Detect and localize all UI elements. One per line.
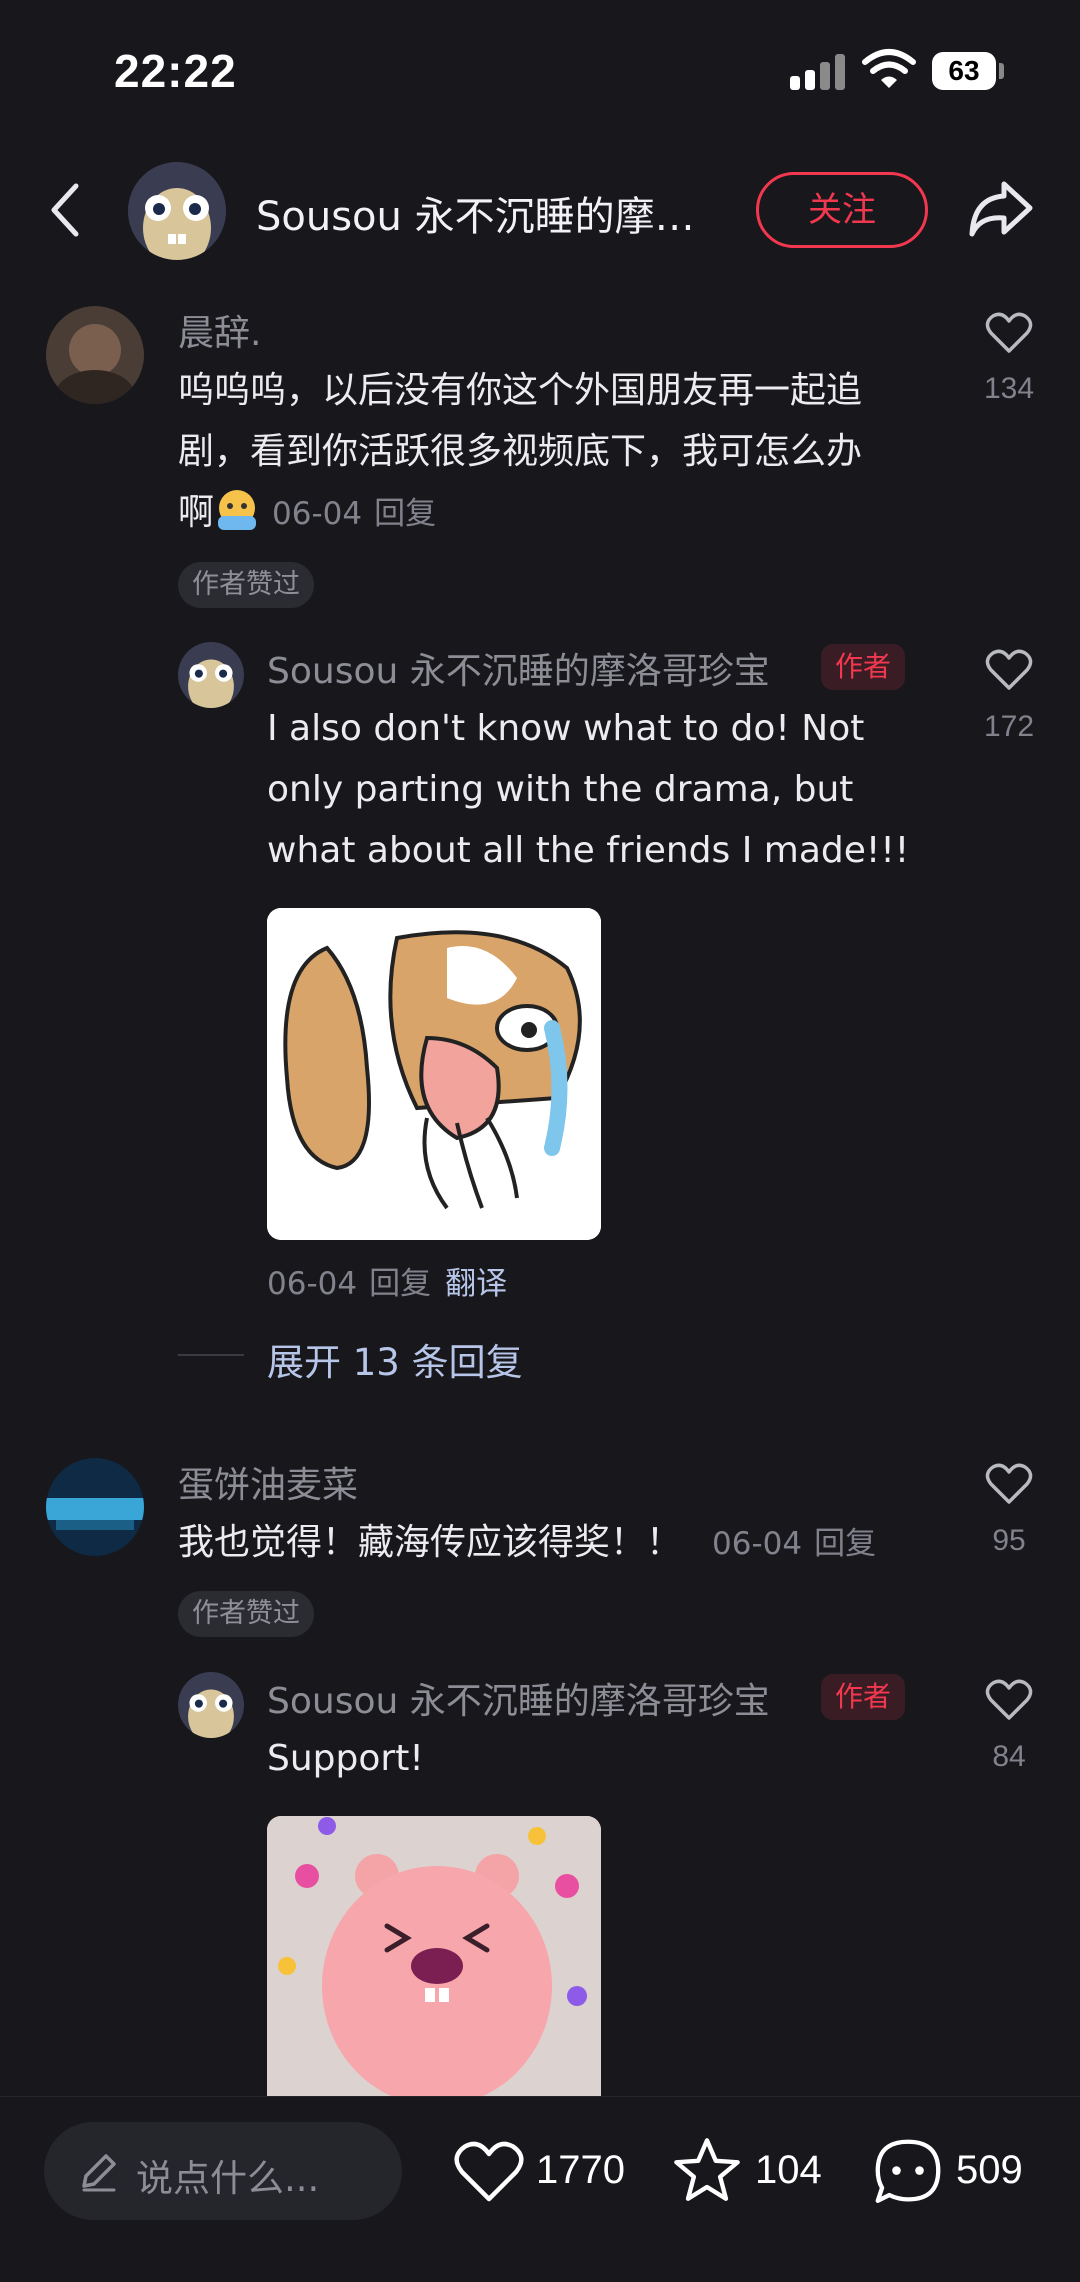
crying-emoji-icon [214,488,260,532]
author-liked-badge: 作者赞过 [178,562,314,608]
reply-button[interactable]: 回复 [814,1526,876,1562]
author-tag: 作者 [821,1674,906,1720]
comment-date: 06-04 [712,1526,803,1562]
heart-icon[interactable] [985,1462,1033,1506]
follow-button[interactable]: 关注 [756,172,928,248]
battery-tip [999,63,1004,79]
like-count: 95 [992,1524,1026,1557]
reply-meta: 06-04 回复 翻译 [267,1258,507,1303]
back-arrow-icon[interactable] [44,180,84,240]
author-liked-badge: 作者赞过 [178,1591,314,1637]
reply-text-line: I also don't know what to do! Not [267,708,865,749]
header-avatar[interactable] [128,162,226,260]
heart-icon[interactable] [452,2139,526,2205]
reply-text-line: what about all the friends I made!!! [267,830,910,871]
share-icon[interactable] [966,178,1036,240]
comment-text-line: 啊 06-04 回复 [178,482,436,545]
comment-input-placeholder[interactable]: 说点什么... [136,2148,319,2202]
like-count: 134 [983,372,1035,405]
pen-icon [82,2154,116,2192]
like-count: 84 [992,1740,1026,1773]
translate-button[interactable]: 翻译 [445,1266,507,1302]
reply-author-name[interactable]: Sousou 永不沉睡的摩洛哥珍宝 [267,642,770,694]
commenter-avatar[interactable] [46,306,144,404]
star-icon[interactable] [670,2136,744,2206]
reply-text-line: Support! [267,1738,424,1779]
reply-author-name[interactable]: Sousou 永不沉睡的摩洛哥珍宝 [267,1672,770,1724]
reply-text-line: only parting with the drama, but [267,769,854,810]
header-title[interactable]: Sousou 永不沉睡的摩… [256,184,716,242]
comment-page: 22:22 63 Sousou 永不沉睡的摩… 关注 晨辞. 呜呜呜，以后没有你… [0,0,1080,2282]
commenter-name[interactable]: 晨辞. [178,304,261,356]
status-time: 22:22 [114,45,237,97]
reply-button[interactable]: 回复 [374,496,436,532]
reply-button[interactable]: 回复 [369,1266,431,1302]
like-count: 172 [983,710,1035,743]
comment-text-line: 剧，看到你活跃很多视频底下，我可怎么办 [178,431,863,472]
comment-icon[interactable] [872,2136,944,2208]
comment-text: 啊 [178,492,215,533]
signal-icon [790,54,848,90]
heart-icon[interactable] [985,648,1033,692]
favorite-total: 104 [755,2148,822,2192]
author-tag: 作者 [821,644,906,690]
commenter-avatar[interactable] [46,1458,144,1556]
author-avatar[interactable] [178,1672,244,1738]
expand-divider [178,1354,244,1356]
wifi-icon [862,49,916,88]
battery-level: 63 [932,52,996,90]
comment-text: 我也觉得！藏海传应该得奖！！ [178,1522,683,1563]
heart-icon[interactable] [985,1678,1033,1722]
expand-replies-button[interactable]: 展开 13 条回复 [267,1332,523,1386]
comment-text-line: 我也觉得！藏海传应该得奖！！ 06-04 回复 [178,1512,876,1575]
commenter-name[interactable]: 蛋饼油麦菜 [178,1456,358,1508]
comment-total: 509 [956,2148,1023,2192]
author-avatar[interactable] [178,642,244,708]
reply-date: 06-04 [267,1266,358,1302]
crying-dog-sticker[interactable] [267,908,601,1240]
comment-text-line: 呜呜呜，以后没有你这个外国朋友再一起追 [178,370,863,411]
heart-icon[interactable] [985,311,1033,355]
like-total: 1770 [536,2148,625,2192]
comment-date: 06-04 [272,496,363,532]
